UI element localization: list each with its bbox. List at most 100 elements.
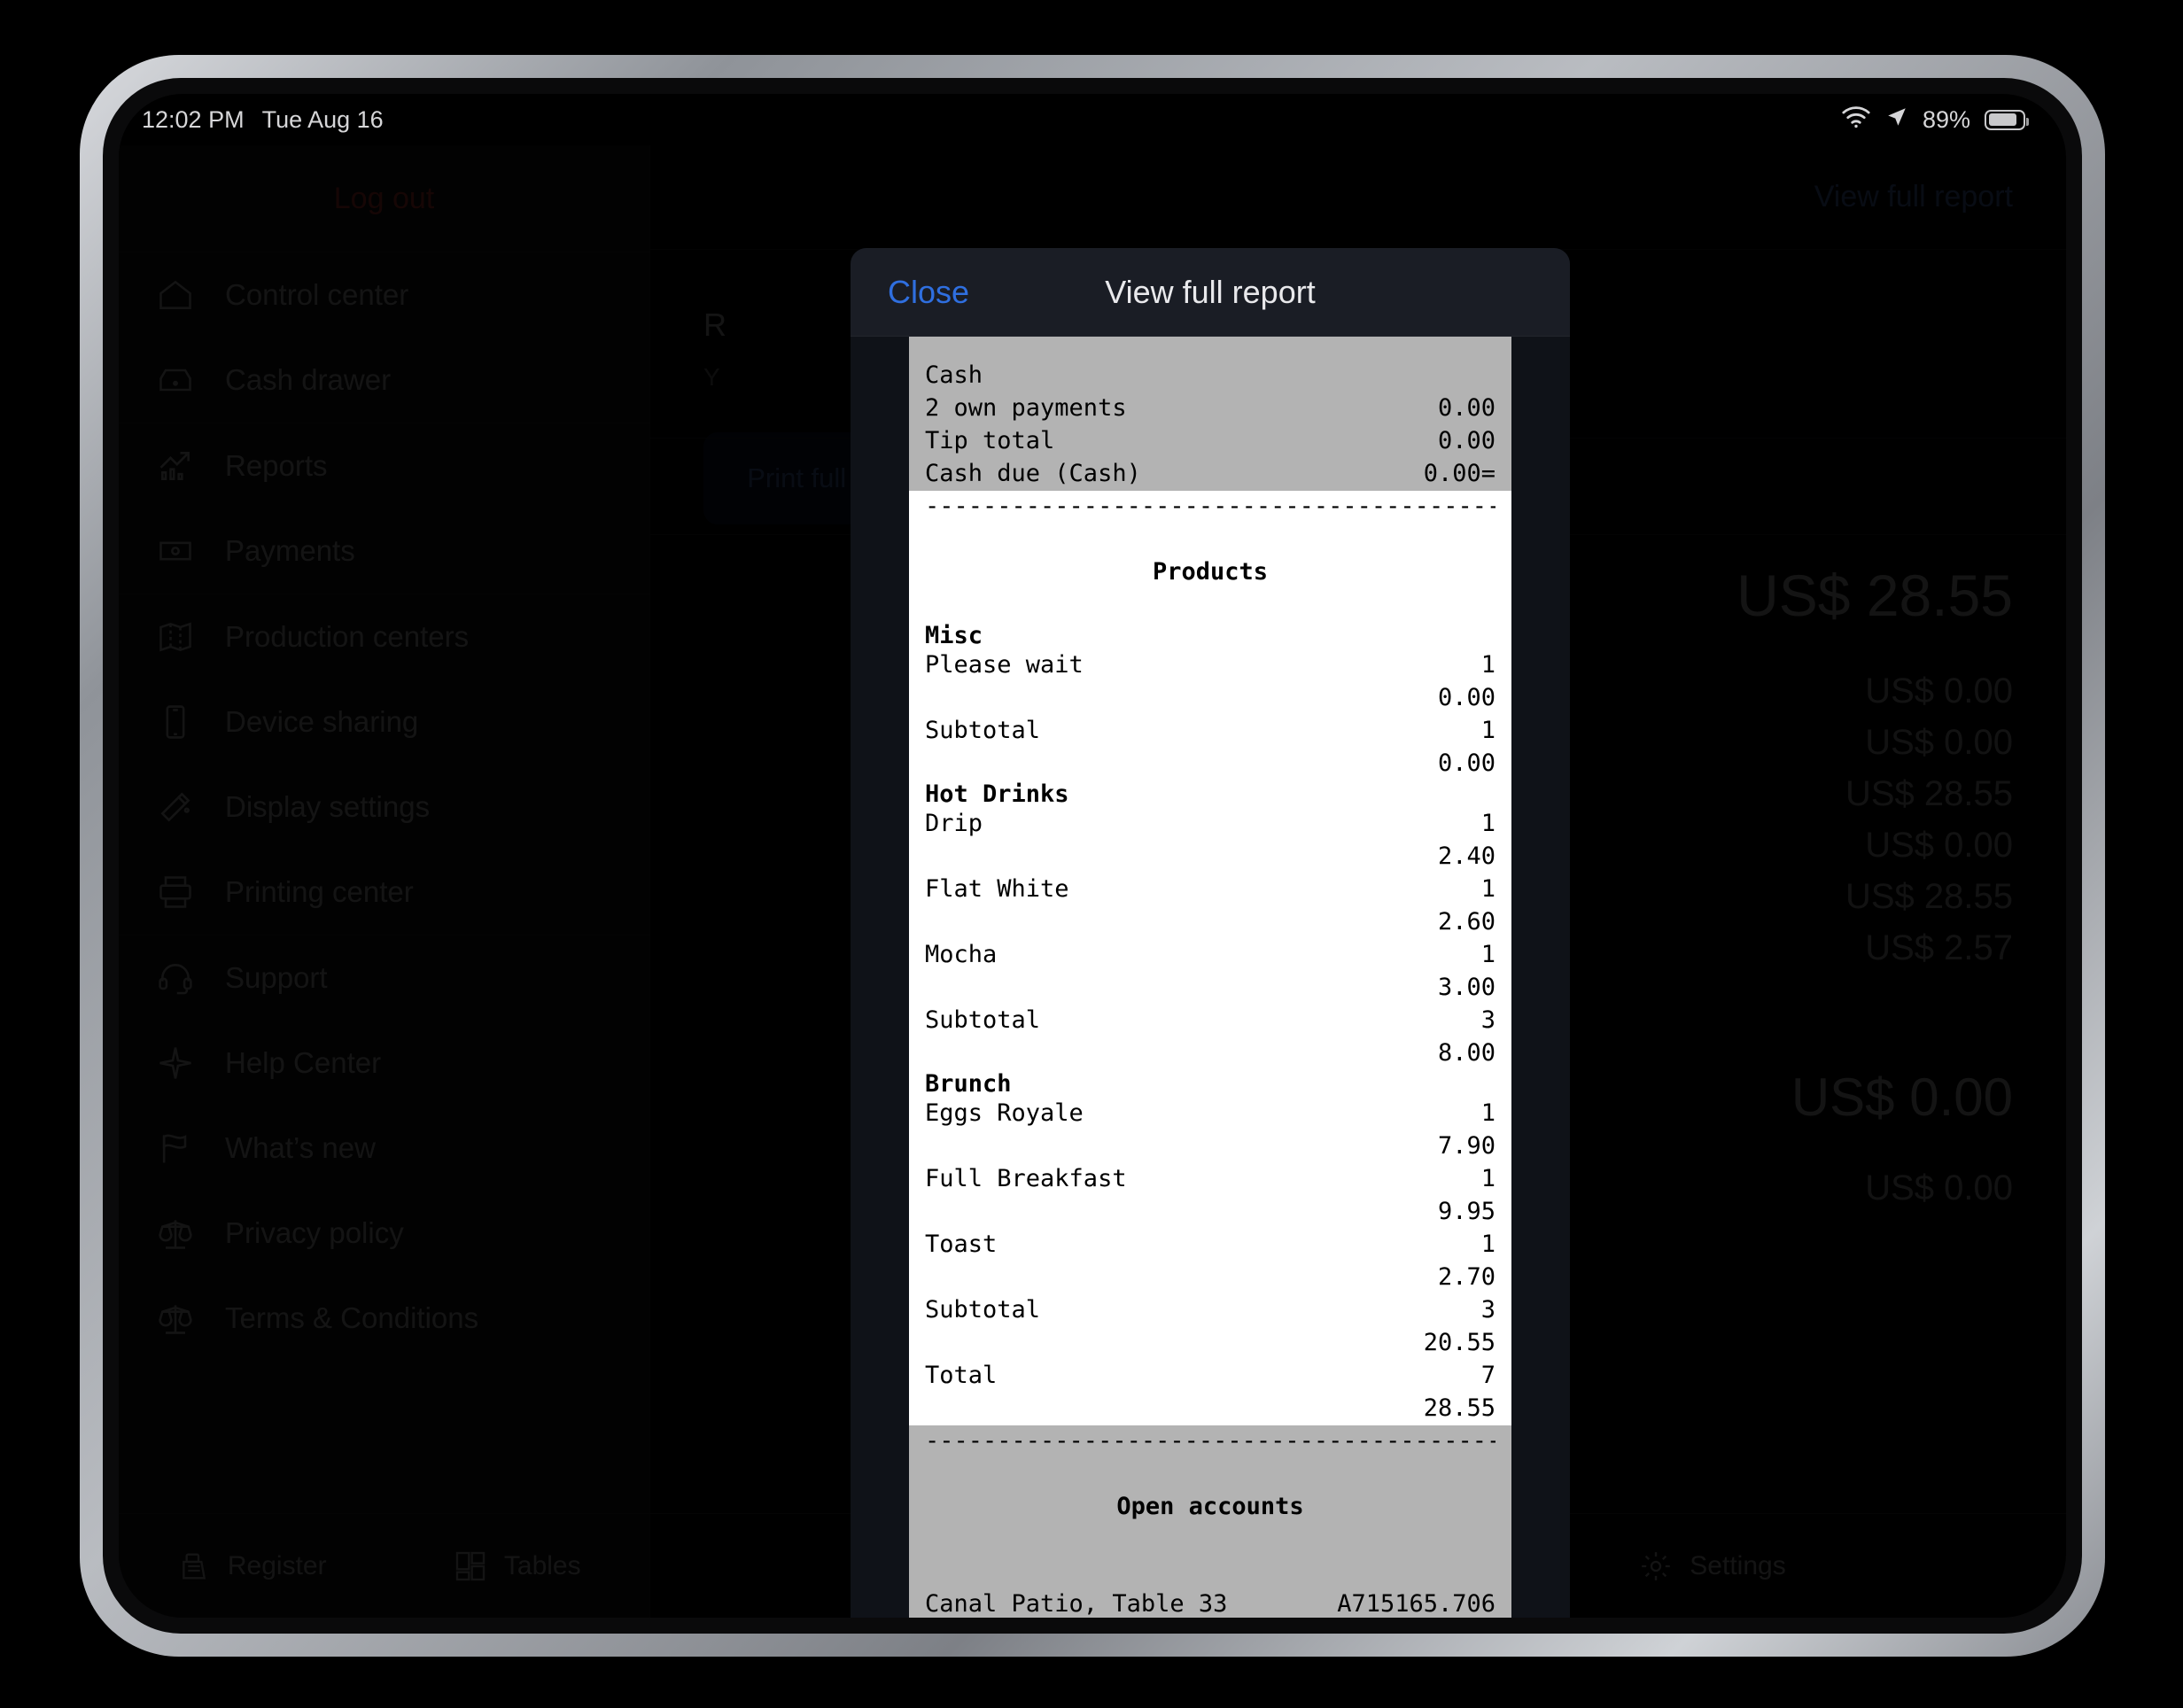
amount-line: US$ 0.00 <box>1865 723 2013 762</box>
sidebar-item-label: What’s new <box>225 1131 376 1164</box>
receipt-row: Subtotal 3 <box>925 1005 1495 1037</box>
receipt-open-accounts-heading: Open accounts <box>1116 1492 1304 1520</box>
receipt-spacer <box>925 1458 1495 1491</box>
scales-icon <box>156 1214 195 1253</box>
modal-header: Close View full report <box>851 248 1570 337</box>
phone-icon <box>156 703 195 741</box>
sidebar-item-payments[interactable]: Payments <box>119 509 649 594</box>
sidebar-item-label: Reports <box>225 449 328 482</box>
tables-grid-icon <box>453 1549 488 1584</box>
receipt-row-amount: 8.00 <box>1437 1038 1495 1067</box>
receipt-row-value: 0.00 <box>1437 426 1495 454</box>
receipt-scroll-area[interactable]: Cash 2 own payments 0.00 Tip total 0.00 … <box>851 337 1570 1618</box>
sidebar-item-label: Payments <box>225 534 355 567</box>
status-bar-left: 12:02 PM Tue Aug 16 <box>142 106 384 134</box>
amount-column-secondary: US$ 0.00 US$ 0.00 <box>1791 1067 2013 1220</box>
receipt-row-amount: 2.70 <box>1437 1262 1495 1291</box>
sidebar-item-cash-drawer[interactable]: Cash drawer <box>119 338 649 423</box>
close-button[interactable]: Close <box>888 274 969 311</box>
receipt-row-amount: 9.95 <box>1437 1197 1495 1225</box>
receipt-row-label: Subtotal <box>925 1005 1041 1034</box>
cash-register-icon <box>176 1549 212 1584</box>
receipt-row-qty: 1 <box>1480 1164 1495 1192</box>
sidebar-item-whats-new[interactable]: What’s new <box>119 1106 649 1191</box>
tab-label: Settings <box>1690 1550 1786 1580</box>
battery-icon <box>1985 109 2029 130</box>
sidebar-item-privacy-policy[interactable]: Privacy policy <box>119 1191 649 1276</box>
sidebar-item-control-center[interactable]: Control center <box>119 252 649 338</box>
sidebar-item-support[interactable]: Support <box>119 936 649 1021</box>
sidebar-item-device-sharing[interactable]: Device sharing <box>119 679 649 765</box>
amount-line: US$ 28.55 <box>1845 877 2013 916</box>
sidebar-item-label: Terms & Conditions <box>225 1301 479 1334</box>
receipt-row: Full Breakfast 1 <box>925 1163 1495 1196</box>
sidebar-item-production-centers[interactable]: Production centers <box>119 594 649 679</box>
tab-tables[interactable]: Tables <box>385 1549 650 1584</box>
sidebar-item-label: Printing center <box>225 875 414 908</box>
receipt-group-heading: Hot Drinks <box>925 780 1069 808</box>
receipt-row-amount: 7.90 <box>1437 1131 1495 1160</box>
receipt-row-label: Full Breakfast <box>925 1164 1127 1192</box>
receipt-row-amount: 20.55 <box>1423 1328 1495 1356</box>
sidebar-group-3: Production centers Device sharing Displa… <box>119 594 649 935</box>
amount-line: US$ 2.57 <box>1865 928 2013 967</box>
receipt-total-amount: 28.55 <box>1423 1394 1495 1422</box>
receipt-row-qty: 1 <box>1480 650 1495 679</box>
receipt-row: Cash due (Cash) 0.00= <box>925 458 1495 491</box>
receipt-payments-section: Cash 2 own payments 0.00 Tip total 0.00 … <box>925 337 1495 491</box>
sidebar-item-label: Support <box>225 961 328 994</box>
receipt-row-qty: 1 <box>1480 1099 1495 1127</box>
sidebar-group-1: Control center Cash drawer <box>119 252 649 423</box>
sidebar-item-terms-conditions[interactable]: Terms & Conditions <box>119 1276 649 1361</box>
receipt-row: Toast 1 <box>925 1229 1495 1262</box>
receipt-open-accounts-section: ----------------------------------------… <box>925 1425 1495 1618</box>
sidebar: Log out Control center Cash drawer Repor… <box>119 145 650 1618</box>
sidebar-item-label: Production centers <box>225 620 470 653</box>
receipt-row-label: Tip total <box>925 426 1055 454</box>
logout-button[interactable]: Log out <box>119 145 649 252</box>
tab-register[interactable]: Register <box>119 1549 385 1584</box>
sidebar-item-label: Device sharing <box>225 705 419 738</box>
receipt-row-qty: 1 <box>1480 809 1495 837</box>
banknote-icon <box>156 532 195 571</box>
battery-percent-label: 89% <box>1922 105 1970 133</box>
amount-line: US$ 28.55 <box>1845 774 2013 813</box>
receipt-row-value: 0.00= <box>1423 459 1495 487</box>
receipt-spacer <box>925 524 1495 556</box>
receipt-row-label: Subtotal <box>925 716 1041 744</box>
receipt-row-label: Canal Patio, Table 33 <box>925 1590 1228 1618</box>
amount-line: US$ 0.00 <box>1865 672 2013 710</box>
receipt-group-heading: Misc <box>925 621 983 649</box>
gear-icon <box>1638 1549 1674 1584</box>
sidebar-item-printing-center[interactable]: Printing center <box>119 850 649 935</box>
receipt-row-qty: 1 <box>1480 716 1495 744</box>
wifi-icon <box>1841 105 1871 135</box>
receipt-row-amount: 0.00 <box>1437 749 1495 777</box>
receipt-row: Please wait 1 <box>925 649 1495 682</box>
receipt-spacer <box>925 1556 1495 1588</box>
view-full-report-link[interactable]: View full report <box>1814 180 2013 214</box>
sidebar-item-reports[interactable]: Reports <box>119 423 649 509</box>
status-bar-time: 12:02 PM <box>142 105 245 133</box>
receipt-spacer <box>925 589 1495 622</box>
scales-icon <box>156 1299 195 1338</box>
receipt-row-amount: 2.60 <box>1437 907 1495 936</box>
device-screen: 12:02 PM Tue Aug 16 89% Log out Control … <box>119 94 2066 1618</box>
receipt-row-label: Eggs Royale <box>925 1099 1084 1127</box>
receipt-group-heading: Brunch <box>925 1069 1012 1098</box>
sidebar-item-label: Control center <box>225 278 409 311</box>
sidebar-item-help-center[interactable]: Help Center <box>119 1021 649 1106</box>
receipt-divider: ---------------------------------------- <box>925 1426 1495 1455</box>
receipt-row-qty: 3 <box>1480 1295 1495 1324</box>
paint-roller-icon <box>156 788 195 827</box>
receipt-row-value: A715165.706 <box>1337 1590 1495 1618</box>
receipt-paper: Cash 2 own payments 0.00 Tip total 0.00 … <box>909 337 1511 1618</box>
sidebar-item-display-settings[interactable]: Display settings <box>119 765 649 850</box>
receipt-row-label: Flat White <box>925 874 1069 903</box>
receipt-row-qty: 3 <box>1480 1005 1495 1034</box>
receipt-total-label: Total <box>925 1361 998 1389</box>
receipt-divider: ---------------------------------------- <box>925 492 1495 520</box>
receipt-row-label: 2 own payments <box>925 393 1127 422</box>
battery-fill <box>1988 113 2017 126</box>
